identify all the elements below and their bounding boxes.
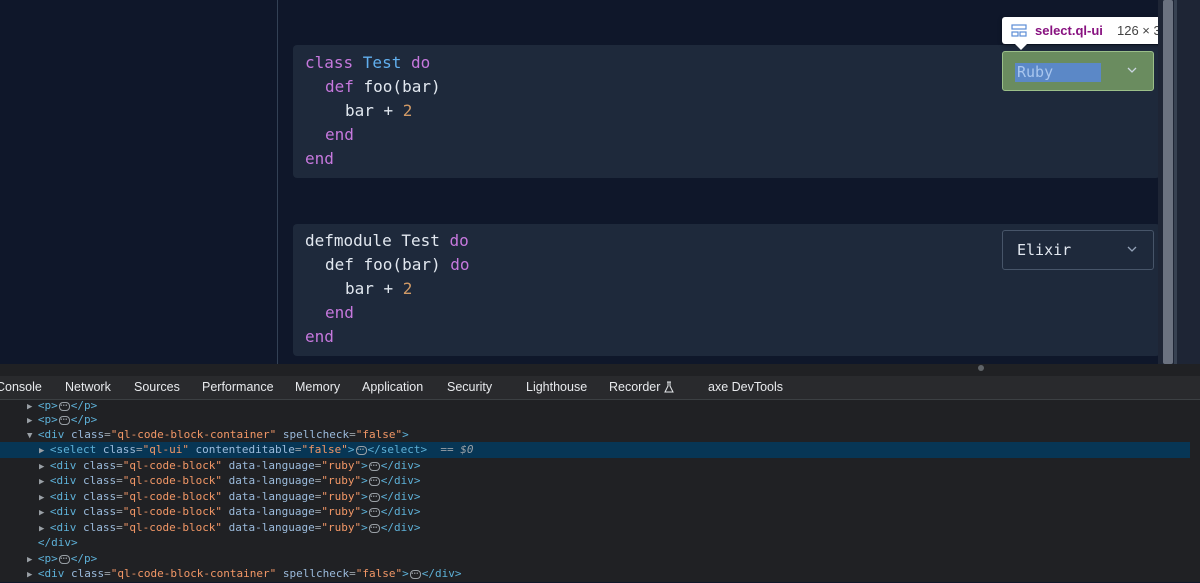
tree-row-text: <div class="ql-code-block" data-language… — [50, 505, 421, 520]
tree-row[interactable]: </div> — [0, 535, 1190, 551]
language-select-ruby[interactable]: Ruby — [1002, 51, 1154, 91]
devtools-resize-bar[interactable] — [0, 364, 1200, 376]
expand-triangle-icon[interactable]: ▶ — [27, 402, 38, 412]
devtools-tab-bar: Console Network Sources Performance Memory Ap… — [0, 376, 1200, 400]
code-line: end — [305, 149, 334, 168]
tab-recorder[interactable]: Recorder — [609, 380, 660, 394]
tooltip-arrow — [1014, 43, 1028, 50]
tree-row[interactable]: ▶ <p></p> — [0, 412, 1190, 428]
tab-network[interactable]: Network — [65, 380, 111, 394]
code-line: def foo(bar) — [325, 77, 441, 96]
code-line: end — [325, 125, 354, 144]
expand-triangle-icon[interactable]: ▶ — [39, 477, 50, 487]
code-line: defmodule Test do — [305, 231, 469, 250]
tree-row-text: <p></p> — [38, 413, 97, 428]
tree-row-text: <div class="ql-code-block-container" spe… — [37, 428, 409, 441]
expand-triangle-icon[interactable]: ▶ — [39, 462, 50, 472]
expand-triangle-icon[interactable]: ▶ — [27, 416, 38, 426]
expand-triangle-icon[interactable]: ▶ — [27, 570, 38, 580]
tab-lighthouse[interactable]: Lighthouse — [526, 380, 587, 394]
expand-triangle-icon[interactable]: ▶ — [39, 524, 50, 534]
selected-tree-row[interactable]: ▶ <select class="ql-ui" contenteditable=… — [0, 442, 1190, 458]
tree-row[interactable]: ▶ <div class="ql-code-block" data-langua… — [0, 473, 1190, 489]
language-select-value: Ruby — [1015, 63, 1102, 82]
tab-console[interactable]: Console — [0, 380, 42, 394]
chevron-down-icon — [1127, 67, 1137, 73]
expand-triangle-icon[interactable]: ▶ — [39, 508, 50, 518]
tab-application[interactable]: Application — [362, 380, 423, 394]
tree-row-text: <div class="ql-code-block" data-language… — [50, 459, 421, 474]
scrollbar-thumb[interactable] — [1163, 0, 1173, 364]
chevron-down-icon — [1127, 246, 1137, 252]
expand-triangle-icon[interactable]: ▶ — [27, 555, 38, 565]
devtools-panel: Console Network Sources Performance Memory Ap… — [0, 364, 1200, 582]
tree-row-text: <div class="ql-code-block" data-language… — [50, 490, 421, 505]
tree-row-text: <div class="ql-code-block" data-language… — [50, 521, 421, 536]
tree-row[interactable]: ▶ <div class="ql-code-block" data-langua… — [0, 504, 1190, 520]
tab-sources[interactable]: Sources — [134, 380, 180, 394]
tree-row[interactable]: ▶ <div class="ql-code-block-container" s… — [0, 566, 1190, 582]
flask-icon — [664, 381, 674, 393]
tree-row[interactable]: ▶ <div class="ql-code-block" data-langua… — [0, 489, 1190, 505]
resize-handle-dot[interactable] — [978, 365, 984, 371]
code-line: bar + 2 — [345, 279, 413, 298]
tab-axe-devtools[interactable]: axe DevTools — [708, 380, 783, 394]
tree-row[interactable]: ▶ <div class="ql-code-block" data-langua… — [0, 520, 1190, 536]
language-select-elixir[interactable]: Elixir — [1002, 230, 1154, 270]
tree-row-text: <p></p> — [38, 399, 97, 414]
tab-security[interactable]: Security — [447, 380, 492, 394]
scrollbar-edge — [1174, 0, 1177, 364]
code-line: end — [325, 303, 354, 322]
tree-row[interactable]: ▼ <div class="ql-code-block-container" s… — [0, 427, 1190, 443]
expand-triangle-open-icon[interactable]: ▼ — [27, 431, 38, 441]
tree-row-text: <select class="ql-ui" contenteditable="f… — [50, 443, 474, 458]
tree-row-text: <div class="ql-code-block" data-language… — [50, 474, 421, 489]
expand-triangle-icon[interactable]: ▶ — [39, 493, 50, 503]
left-divider — [277, 0, 278, 364]
code-line: bar + 2 — [345, 101, 413, 120]
expand-triangle-icon[interactable]: ▶ — [39, 446, 50, 456]
code-line: class Test do — [305, 53, 431, 72]
tree-row[interactable]: ▶ <div class="ql-code-block" data-langua… — [0, 458, 1190, 474]
tab-performance[interactable]: Performance — [202, 380, 274, 394]
code-line: end — [305, 327, 334, 346]
editor-area: class Test do def foo(bar) bar + 2 end end d… — [0, 0, 1200, 364]
element-icon — [1011, 24, 1027, 37]
tree-row-text: <p></p> — [38, 552, 97, 567]
tree-row-text: </div> — [37, 536, 78, 549]
tree-row-text: <div class="ql-code-block-container" spe… — [38, 567, 462, 582]
code-line: def foo(bar) do — [325, 255, 470, 274]
tooltip-selector: select.ql-ui — [1035, 23, 1103, 38]
elements-tree[interactable]: ▶ <p></p>▶ <p></p>▼ <div class="ql-code-… — [0, 399, 1200, 582]
tab-memory[interactable]: Memory — [295, 380, 340, 394]
language-select-value: Elixir — [1017, 241, 1072, 259]
tree-row[interactable]: ▶ <p></p> — [0, 551, 1190, 567]
